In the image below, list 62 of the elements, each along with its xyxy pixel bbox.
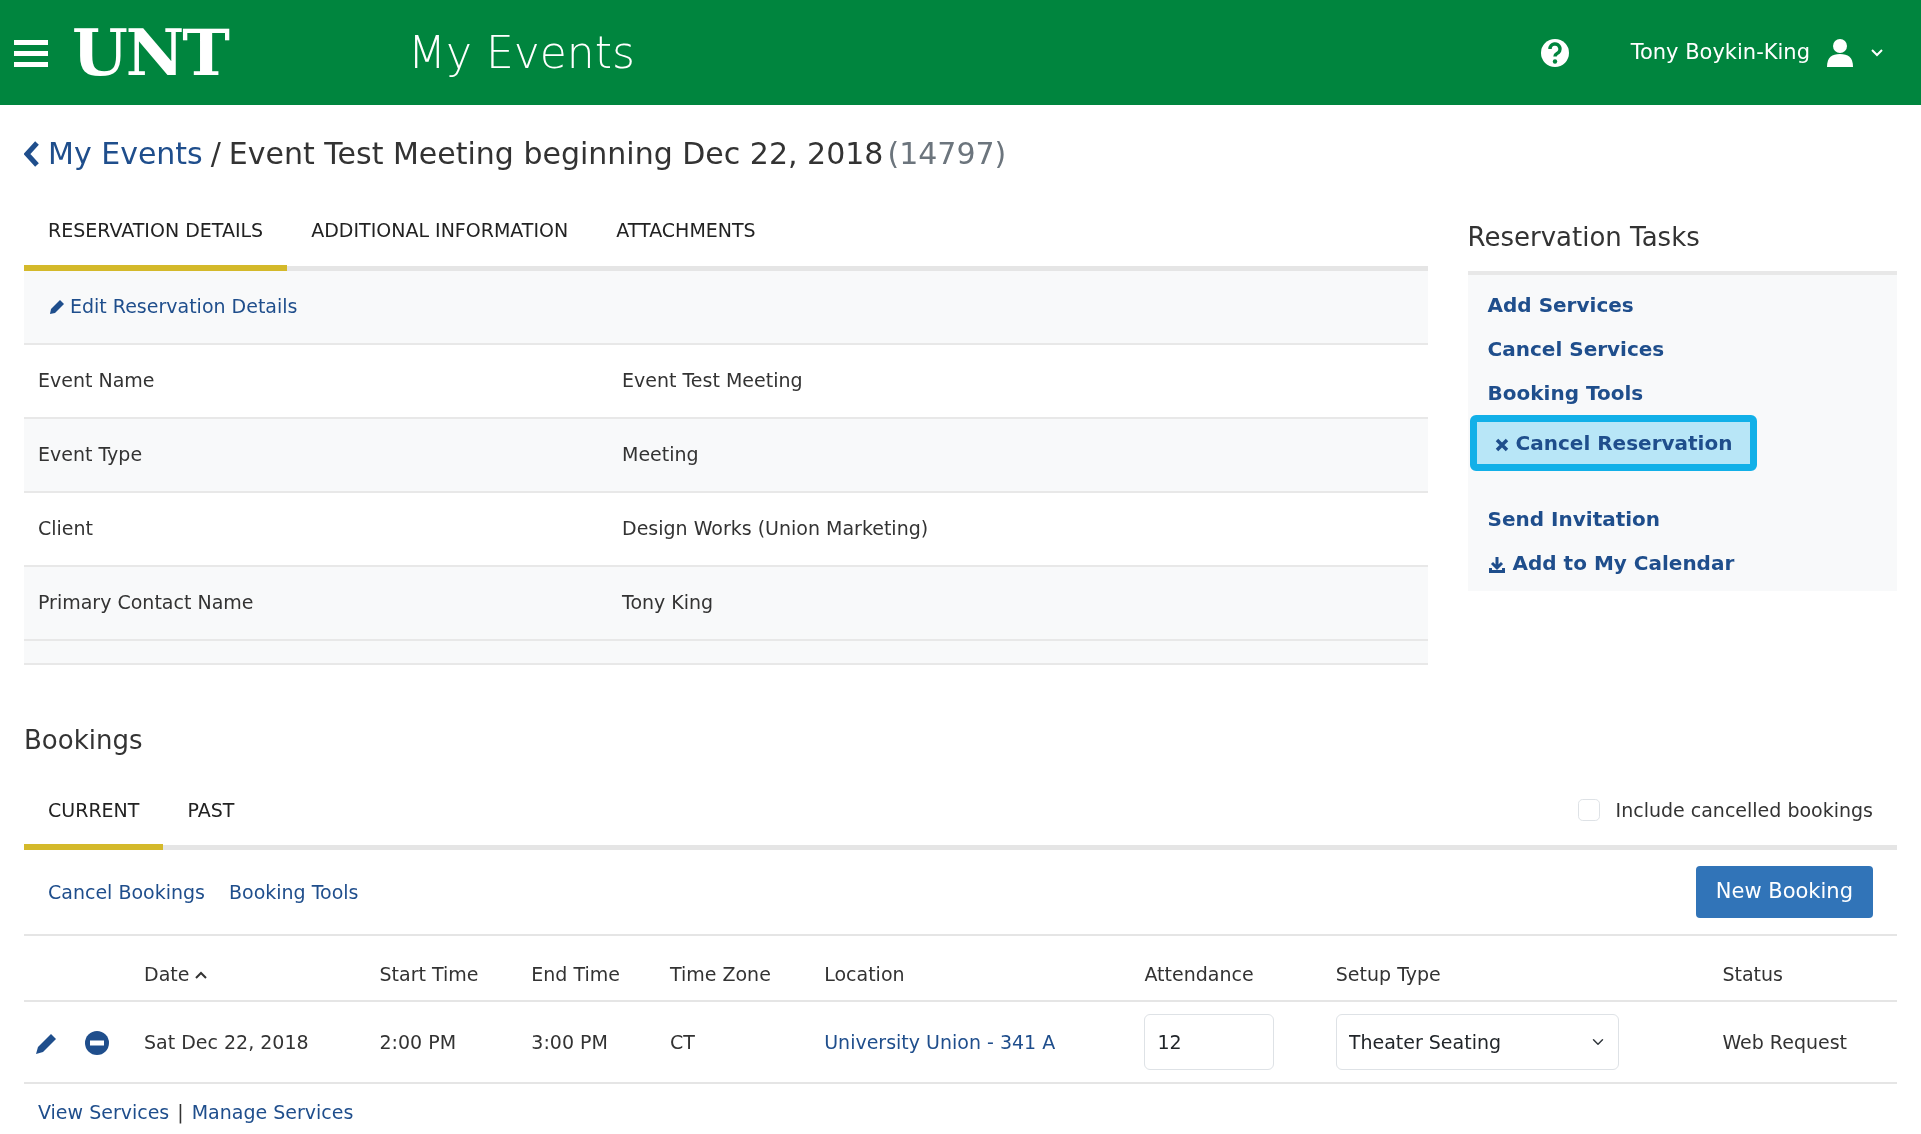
caret-icon bbox=[1870, 47, 1884, 58]
field-value: Meeting bbox=[622, 442, 699, 468]
column-header: Status bbox=[1712, 935, 1897, 1001]
setup-type-select[interactable]: Theater Seating bbox=[1335, 1014, 1619, 1070]
pencil-icon bbox=[48, 297, 66, 316]
edit-link[interactable]: Edit Reservation Details bbox=[48, 292, 298, 321]
menu-icon[interactable] bbox=[14, 37, 48, 68]
user-icon bbox=[1826, 37, 1854, 68]
chevron-left-icon bbox=[24, 140, 40, 167]
table-cell: Sat Dec 22, 2018 bbox=[134, 1001, 370, 1083]
field-value: Design Works (Union Marketing) bbox=[622, 516, 929, 542]
location-link[interactable]: University Union - 341 A bbox=[824, 1030, 1056, 1053]
field-label: Primary Contact Name bbox=[38, 590, 255, 616]
action-link[interactable]: Cancel Bookings bbox=[48, 877, 205, 906]
logo: UNT bbox=[72, 13, 228, 92]
table-cell: Web Request bbox=[1712, 1001, 1897, 1083]
new-booking-button[interactable]: New Booking bbox=[1695, 866, 1873, 918]
task-link[interactable]: Add Services bbox=[1467, 283, 1654, 327]
column-header: Date bbox=[134, 935, 370, 1001]
reservation-id: (14797) bbox=[887, 135, 1007, 173]
sort-up-icon bbox=[195, 971, 208, 979]
include-cancelled-checkbox[interactable] bbox=[1577, 799, 1600, 822]
download-icon bbox=[1487, 555, 1506, 574]
column-header: Setup Type bbox=[1325, 935, 1713, 1001]
tab[interactable]: CURRENT bbox=[24, 775, 164, 850]
field-value: Tony King bbox=[622, 590, 714, 616]
close-icon bbox=[1494, 437, 1509, 452]
column-header: End Time bbox=[521, 935, 660, 1001]
table-cell: CT bbox=[659, 1001, 815, 1083]
section-title: Bookings bbox=[24, 723, 144, 757]
column-header: Attendance bbox=[1134, 935, 1326, 1001]
table-cell: 2:00 PM bbox=[369, 1001, 522, 1083]
services-link[interactable]: Manage Services bbox=[191, 1098, 354, 1127]
page-title: My Events bbox=[407, 25, 635, 80]
help-icon[interactable] bbox=[1539, 37, 1570, 68]
tab[interactable]: ADDITIONAL INFORMATION bbox=[287, 196, 593, 271]
services-link[interactable]: View Services bbox=[38, 1098, 170, 1127]
breadcrumb-title: Event Test Meeting beginning Dec 22, 2018 bbox=[228, 135, 884, 173]
checkbox-label: Include cancelled bookings bbox=[1615, 798, 1873, 823]
breadcrumb-separator: / bbox=[210, 135, 221, 173]
link-separator: | bbox=[177, 1100, 184, 1126]
user-menu[interactable]: Tony Boykin-King bbox=[1617, 29, 1897, 76]
attendance-field[interactable]: 12 bbox=[1144, 1014, 1275, 1070]
task-link[interactable]: Booking Tools bbox=[1467, 371, 1664, 415]
tasks-title: Reservation Tasks bbox=[1467, 221, 1701, 254]
field-label: Event Name bbox=[38, 368, 156, 394]
back-link[interactable]: My Events bbox=[24, 131, 203, 176]
column-header: Location bbox=[814, 935, 1135, 1001]
action-link[interactable]: Booking Tools bbox=[229, 877, 359, 906]
field-label: Event Type bbox=[38, 442, 144, 468]
column-header: Time Zone bbox=[659, 935, 815, 1001]
remove-icon[interactable] bbox=[84, 1030, 110, 1057]
task-link[interactable]: Send Invitation bbox=[1467, 497, 1681, 541]
tab[interactable]: PAST bbox=[163, 775, 259, 850]
table-cell: 3:00 PM bbox=[521, 1001, 660, 1083]
tab[interactable]: ATTACHMENTS bbox=[592, 196, 780, 271]
column-header: Start Time bbox=[369, 935, 522, 1001]
field-label: Client bbox=[38, 516, 94, 542]
task-link[interactable]: Cancel Services bbox=[1467, 327, 1685, 371]
task-link[interactable]: Cancel Reservation bbox=[1469, 415, 1758, 471]
field-value: Event Test Meeting bbox=[622, 368, 803, 394]
task-link[interactable]: Add to My Calendar bbox=[1467, 541, 1755, 585]
